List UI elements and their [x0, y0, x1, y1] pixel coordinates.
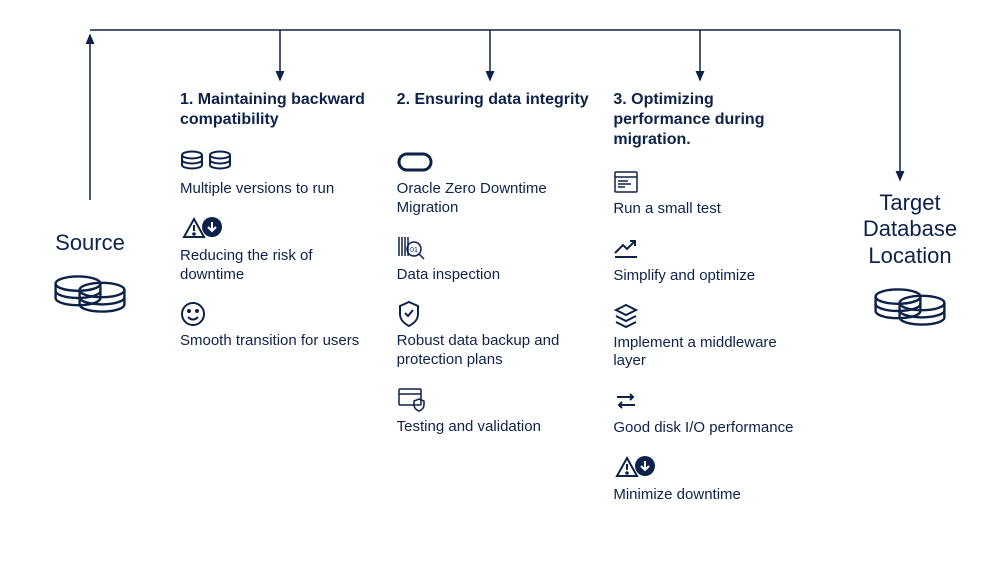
item-label: Implement a middleware layer [613, 334, 810, 372]
source-label: Source [20, 230, 160, 256]
io-arrows-icon [613, 387, 810, 415]
column-heading: 3. Optimizing performance during migrati… [613, 90, 810, 150]
column-heading: 1. Maintaining backward compatibility [180, 90, 377, 130]
item-label: Multiple versions to run [180, 180, 377, 199]
item-label: Simplify and optimize [613, 267, 810, 286]
layers-icon [613, 302, 810, 330]
list-item: Reducing the risk of downtime [180, 215, 377, 285]
item-label: Oracle Zero Downtime Migration [397, 180, 594, 218]
list-item: 01 Data inspection [397, 234, 594, 285]
list-item: Implement a middleware layer [613, 302, 810, 372]
list-item: Smooth transition for users [180, 300, 377, 351]
list-item: Minimize downtime [613, 454, 810, 505]
source-endpoint: Source [20, 230, 160, 324]
item-label: Reducing the risk of downtime [180, 247, 377, 285]
multi-database-icon [180, 148, 377, 176]
trend-up-icon [613, 235, 810, 263]
column-data-integrity: 2. Ensuring data integrity Oracle Zero D… [397, 90, 594, 521]
column-heading: 2. Ensuring data integrity [397, 90, 594, 130]
target-endpoint: Target Database Location [840, 190, 980, 337]
column-performance: 3. Optimizing performance during migrati… [613, 90, 810, 521]
smile-icon [180, 300, 377, 328]
window-list-icon [613, 168, 810, 196]
list-item: Testing and validation [397, 386, 594, 437]
database-stack-icon [20, 264, 160, 324]
column-backward-compatibility: 1. Maintaining backward compatibility Mu… [180, 90, 377, 521]
item-label: Minimize downtime [613, 486, 810, 505]
list-item: Good disk I/O performance [613, 387, 810, 438]
warning-down-icon [613, 454, 810, 482]
list-item: Robust data backup and protection plans [397, 300, 594, 370]
oval-icon [397, 148, 594, 176]
warning-down-icon [180, 215, 377, 243]
item-label: Smooth transition for users [180, 332, 377, 351]
window-shield-icon [397, 386, 594, 414]
item-label: Run a small test [613, 200, 810, 219]
database-stack-icon [840, 277, 980, 337]
list-item: Multiple versions to run [180, 148, 377, 199]
inspect-icon: 01 [397, 234, 594, 262]
item-label: Robust data backup and protection plans [397, 332, 594, 370]
item-label: Good disk I/O performance [613, 419, 810, 438]
migration-steps: 1. Maintaining backward compatibility Mu… [180, 90, 810, 521]
svg-text:01: 01 [410, 247, 418, 254]
item-label: Data inspection [397, 266, 594, 285]
list-item: Run a small test [613, 168, 810, 219]
list-item: Oracle Zero Downtime Migration [397, 148, 594, 218]
target-label: Target Database Location [840, 190, 980, 269]
item-label: Testing and validation [397, 418, 594, 437]
list-item: Simplify and optimize [613, 235, 810, 286]
shield-check-icon [397, 300, 594, 328]
